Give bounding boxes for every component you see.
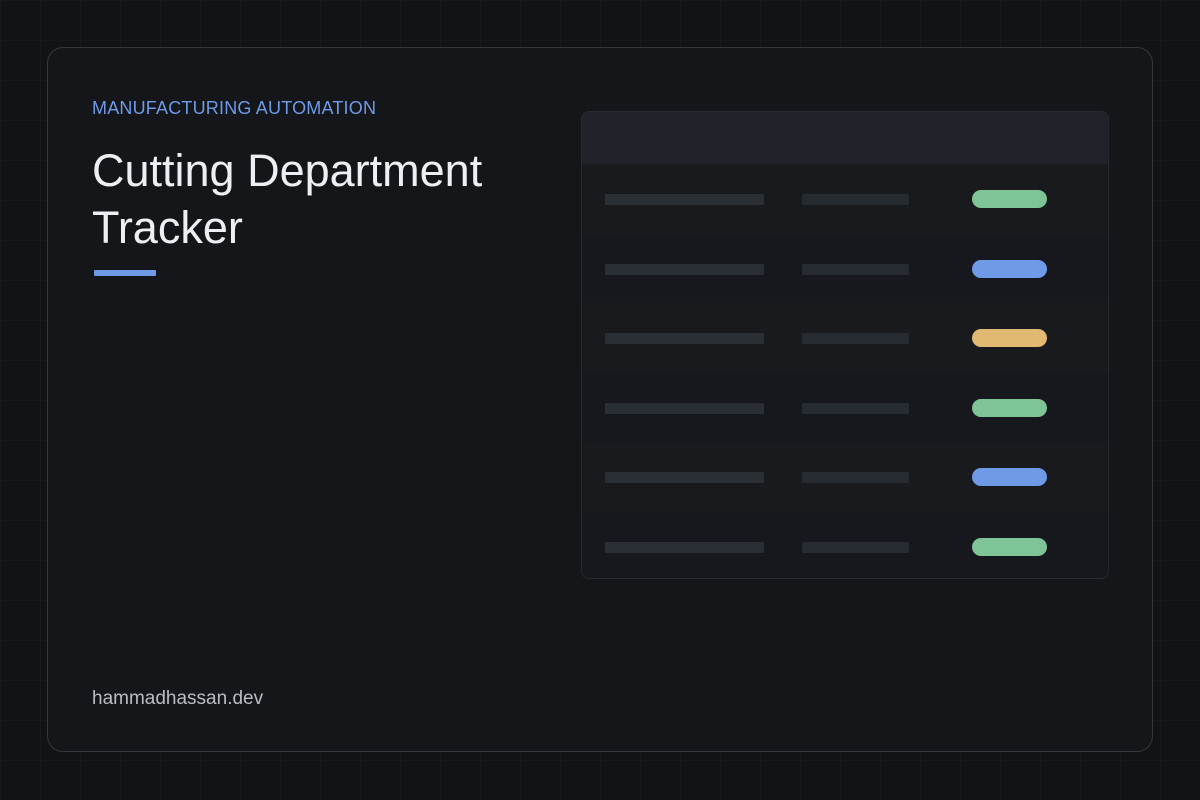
cell-placeholder-secondary	[802, 541, 909, 553]
table-row	[582, 442, 1108, 512]
cell-placeholder-primary	[605, 194, 764, 205]
table-row	[582, 303, 1108, 373]
cell-placeholder-secondary	[802, 263, 909, 275]
status-badge	[972, 398, 1047, 417]
category-label: MANUFACTURING AUTOMATION	[92, 98, 377, 118]
table-row	[582, 164, 1108, 234]
table-row	[582, 233, 1108, 303]
table-header	[582, 112, 1108, 164]
cell-placeholder-secondary	[802, 472, 909, 483]
table-preview	[581, 111, 1109, 579]
cell-placeholder-secondary	[802, 402, 909, 414]
table-row	[582, 511, 1108, 578]
title-accent-bar	[94, 270, 156, 276]
cell-placeholder-secondary	[802, 333, 909, 344]
cell-placeholder-secondary	[802, 194, 909, 205]
cell-placeholder-primary	[605, 402, 764, 414]
table-body	[582, 164, 1108, 578]
cell-placeholder-primary	[605, 541, 764, 553]
status-badge	[972, 259, 1047, 278]
status-badge	[972, 329, 1047, 347]
hero-card: MANUFACTURING AUTOMATION Cutting Departm…	[47, 47, 1153, 752]
cell-placeholder-primary	[605, 472, 764, 483]
page-title: Cutting Department Tracker	[92, 145, 483, 253]
table-row	[582, 372, 1108, 442]
table-rows	[582, 164, 1108, 578]
status-badge	[972, 190, 1047, 208]
cell-placeholder-primary	[605, 263, 764, 275]
site-domain: hammadhassan.dev	[92, 688, 264, 709]
cell-placeholder-primary	[605, 333, 764, 344]
status-badge	[972, 468, 1047, 486]
status-badge	[972, 537, 1047, 556]
